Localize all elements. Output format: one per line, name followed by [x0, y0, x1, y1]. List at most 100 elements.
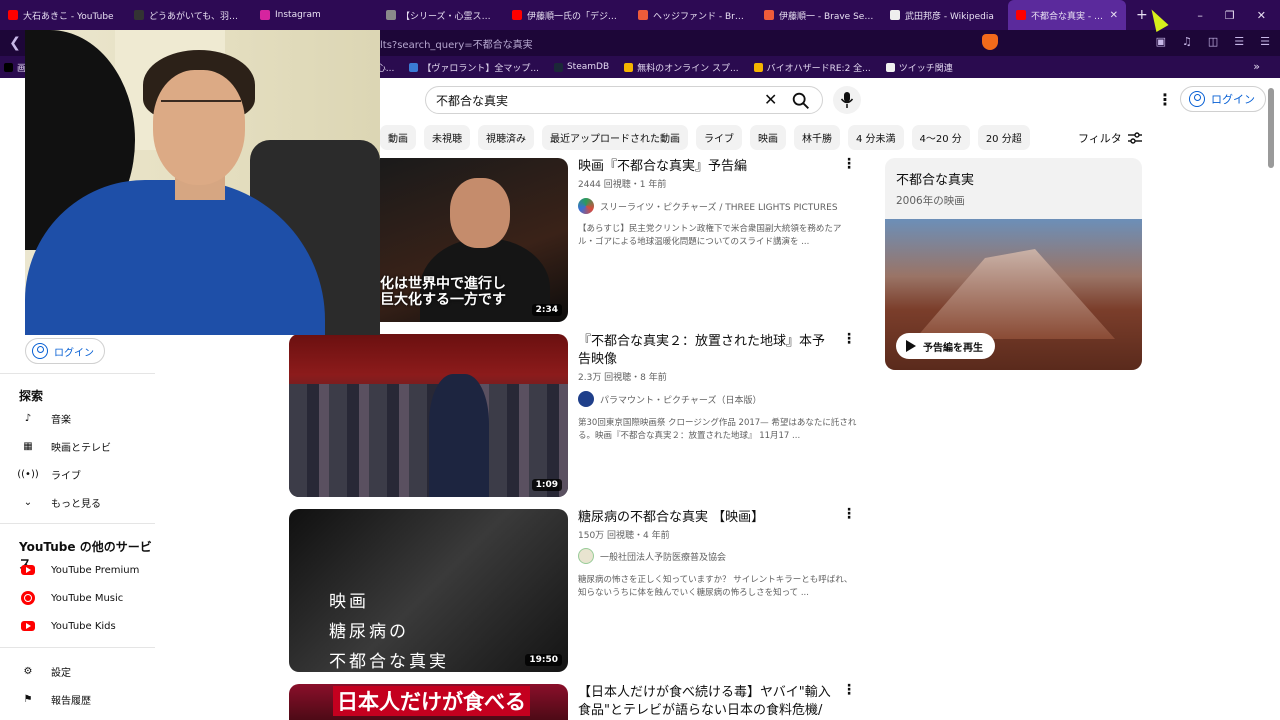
bookmarks-more-icon[interactable]: » [1253, 60, 1260, 73]
search-input[interactable]: 不都合な真実 [436, 92, 508, 109]
browser-tab[interactable]: 武田邦彦 - Wikipedia [882, 0, 1008, 30]
play-trailer-button[interactable]: 予告編を再生 [896, 333, 995, 359]
bookmark-item[interactable]: SteamDB [553, 62, 610, 72]
guide-item-show-more[interactable]: ⌄ もっと見る [18, 492, 101, 512]
filter-chip[interactable]: 4 分未満 [848, 124, 904, 150]
result-menu-icon[interactable]: ⋮ [842, 682, 856, 698]
result-menu-icon[interactable]: ⋮ [842, 331, 856, 347]
filter-button[interactable]: フィルタ [1078, 130, 1142, 146]
mic-icon [840, 92, 854, 108]
guide-item-label: 音楽 [51, 414, 71, 426]
filter-chip[interactable]: 20 分超 [977, 124, 1030, 150]
result-channel[interactable]: スリーライツ・ピクチャーズ / THREE LIGHTS PICTURES [578, 198, 838, 214]
result-title[interactable]: 映画『不都合な真実』予告編 [578, 158, 833, 176]
filter-chip[interactable]: 未視聴 [424, 124, 470, 150]
sidebar-icon[interactable]: ◫ [1208, 35, 1218, 48]
result-title[interactable]: 【日本人だけが食べ続ける毒】ヤバイ"輸入食品"とテレビが語らない日本の食料危機/… [578, 684, 833, 720]
url-text[interactable]: lts?search_query=不都合な真実 [380, 36, 533, 51]
gear-icon: ⚙ [23, 665, 33, 677]
channel-avatar[interactable] [578, 548, 594, 564]
result-thumbnail[interactable]: 日本人だけが食べる [289, 684, 568, 720]
tab-favicon-icon [386, 10, 396, 20]
tab-favicon-icon [1016, 10, 1026, 20]
browser-tab[interactable]: Instagram [252, 0, 378, 30]
result-title[interactable]: 糖尿病の不都合な真実 【映画】 [578, 509, 833, 527]
thumbnail-caption: 化は世界中で進行し 巨大化する一方です [380, 276, 506, 308]
bookmark-label: ツイッチ関連 [898, 63, 953, 74]
filter-chip[interactable]: 最近アップロードされた動画 [542, 124, 688, 150]
search-icon[interactable] [790, 90, 812, 112]
guide-item-yt-kids[interactable]: YouTube Kids [18, 616, 116, 636]
result-thumbnail[interactable]: 1:09 [289, 334, 568, 497]
menu-icon[interactable]: ☰ [1260, 35, 1270, 48]
close-tab-icon[interactable]: ✕ [1106, 10, 1118, 21]
bookmark-favicon-icon [4, 62, 13, 72]
result-menu-icon[interactable]: ⋮ [842, 506, 856, 522]
thumbnail-figure [915, 249, 1115, 339]
guide-item-yt-premium[interactable]: YouTube Premium [18, 560, 139, 580]
filter-chip[interactable]: ライブ [696, 124, 742, 150]
guide-item-yt-music[interactable]: YouTube Music [18, 588, 123, 608]
browser-tab[interactable]: 大石あきこ - YouTube [0, 0, 126, 30]
search-box[interactable]: 不都合な真実 ✕ [425, 86, 823, 114]
bookmark-item[interactable]: バイオハザードRE:2 全... [753, 61, 871, 74]
result-channel[interactable]: 一般社団法人予防医療普及協会 [578, 548, 726, 564]
filter-chip[interactable]: 動画 [380, 124, 416, 150]
webcam-figure [161, 100, 241, 118]
channel-avatar[interactable] [578, 391, 594, 407]
music-icon[interactable]: ♫ [1182, 35, 1192, 48]
window-controls: – ❐ ✕ [1197, 9, 1280, 22]
result-thumbnail[interactable]: 化は世界中で進行し 巨大化する一方です 2:34 [380, 158, 568, 322]
screenshot-icon[interactable]: ▣ [1156, 35, 1166, 48]
browser-tab[interactable]: どうあがいても、羽生紀判。 [126, 0, 252, 30]
knowledge-panel[interactable]: 不都合な真実 2006年の映画 予告編を再生 [885, 158, 1142, 370]
bookmark-item[interactable]: ツイッチ関連 [885, 61, 953, 74]
voice-search-button[interactable] [833, 86, 861, 114]
vpn-icon[interactable]: ☰ [1234, 35, 1244, 48]
bookmark-item[interactable]: 無料のオンライン スプ... [624, 61, 739, 74]
browser-tab[interactable]: 【シリーズ・心霊スポット】ハポ [378, 0, 504, 30]
browser-tab[interactable]: ヘッジファンド - Brave Search [630, 0, 756, 30]
live-icon: ((•)) [17, 468, 39, 480]
result-channel[interactable]: パラマウント・ピクチャーズ（日本版） [578, 391, 761, 407]
result-thumbnail[interactable]: 映画 糖尿病の 不都合な真実 19:50 [289, 509, 568, 672]
restore-icon[interactable]: ❐ [1225, 9, 1235, 22]
brave-shield-icon[interactable] [982, 34, 998, 50]
filter-chip[interactable]: 4〜20 分 [911, 124, 970, 150]
bookmark-label: 無料のオンライン スプ... [637, 63, 739, 74]
guide-item-music[interactable]: ♪ 音楽 [18, 408, 71, 428]
duration-badge: 1:09 [531, 479, 562, 491]
minimize-icon[interactable]: – [1197, 9, 1203, 22]
filter-chip[interactable]: 視聴済み [478, 124, 534, 150]
guide-item-live[interactable]: ((•)) ライブ [17, 464, 81, 484]
scrollbar[interactable] [1268, 88, 1274, 168]
guide-signin-button[interactable]: ログイン [25, 338, 105, 364]
browser-tab[interactable]: 伊藤順一 - Brave Search [756, 0, 882, 30]
bookmark-item[interactable]: 【ヴァロラント】全マップ... [409, 61, 539, 74]
channel-avatar[interactable] [578, 198, 594, 214]
browser-toolbar-icons: ▣ ♫ ◫ ☰ ☰ [1156, 35, 1270, 48]
browser-tab[interactable]: 伊藤順一氏の「デジタル監 [504, 0, 630, 30]
divider [0, 523, 155, 524]
filter-chip[interactable]: 映画 [750, 124, 786, 150]
bookmark-label: SteamDB [566, 62, 610, 72]
guide-item-movies[interactable]: ▦ 映画とテレビ [18, 436, 111, 456]
result-description: 【あらすじ】民主党クリントン政権下で米合衆国副大統領を務めたアル・ゴアによる地球… [578, 224, 842, 247]
tab-favicon-icon [638, 10, 648, 20]
close-window-icon[interactable]: ✕ [1257, 9, 1266, 22]
guide-item-settings[interactable]: ⚙ 設定 [18, 661, 71, 681]
thumbnail-caption-line: 化は世界中で進行し [380, 276, 506, 292]
result-menu-icon[interactable]: ⋮ [842, 156, 856, 172]
filter-chip[interactable]: 林千勝 [794, 124, 840, 150]
guide-item-report-history[interactable]: ⚑ 報告履歴 [18, 689, 91, 709]
channel-name: スリーライツ・ピクチャーズ / THREE LIGHTS PICTURES [600, 202, 838, 213]
bookmark-label: バイオハザードRE:2 全... [766, 63, 871, 74]
browser-tab[interactable]: 不都合な真実 - YouTube✕ [1008, 0, 1126, 30]
result-title[interactable]: 『不都合な真実２：放置された地球』本予告映像 [578, 333, 833, 369]
clear-search-icon[interactable]: ✕ [764, 90, 777, 109]
more-options-icon[interactable]: ⋮ [1157, 90, 1173, 109]
thumbnail-caption-line: 不都合な真実 [329, 652, 449, 672]
channel-name: 一般社団法人予防医療普及協会 [600, 552, 727, 563]
explore-heading: 探索 [19, 389, 44, 403]
signin-button[interactable]: ログイン [1180, 86, 1266, 112]
